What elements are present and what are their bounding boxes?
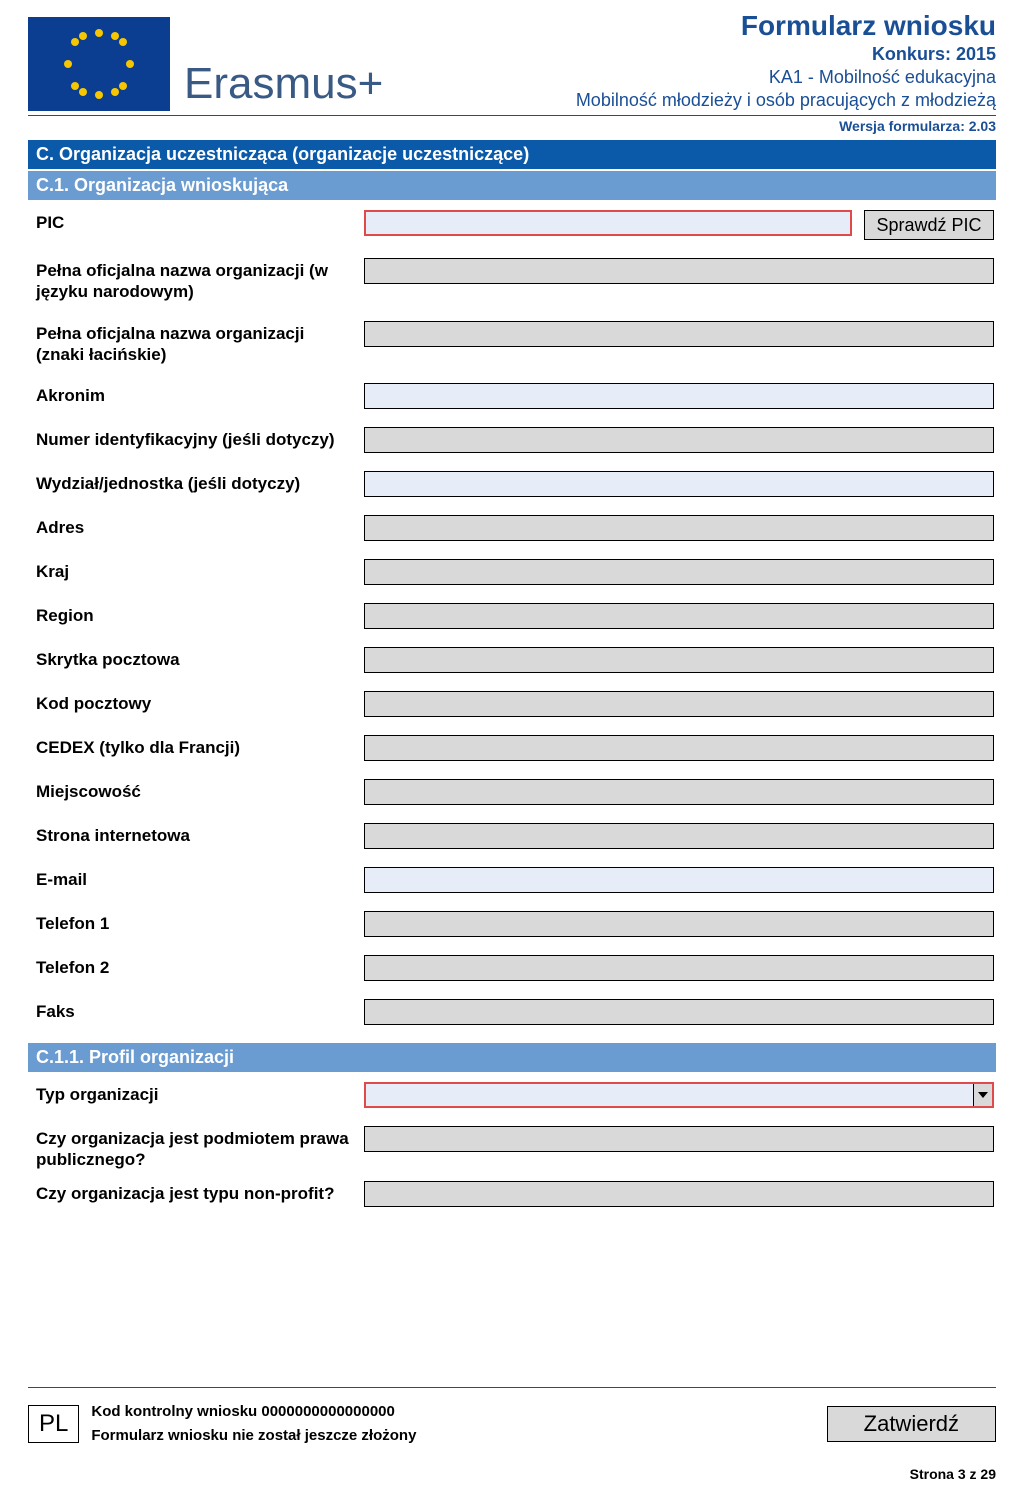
input-postal-code[interactable]: [364, 691, 994, 717]
label-city: Miejscowość: [36, 779, 352, 802]
section-c-header: C. Organizacja uczestnicząca (organizacj…: [28, 140, 996, 169]
input-non-profit[interactable]: [364, 1181, 994, 1207]
label-phone2: Telefon 2: [36, 955, 352, 978]
label-public-body: Czy organizacja jest podmiotem prawa pub…: [36, 1126, 352, 1171]
sub-action: Mobilność młodzieży i osób pracujących z…: [576, 90, 996, 111]
input-region[interactable]: [364, 603, 994, 629]
hash-value: 0000000000000000: [261, 1403, 394, 1420]
validate-button[interactable]: Zatwierdź: [827, 1406, 996, 1442]
row-region: Region: [36, 603, 994, 629]
call-year: Konkurs: 2015: [576, 44, 996, 65]
language-box: PL: [28, 1405, 79, 1443]
label-fax: Faks: [36, 999, 352, 1022]
submission-status: Formularz wniosku nie został jeszcze zło…: [91, 1424, 416, 1448]
label-pic: PIC: [36, 210, 352, 233]
header: Erasmus+ Formularz wniosku Konkurs: 2015…: [28, 10, 996, 111]
row-country: Kraj: [36, 559, 994, 585]
input-phone1[interactable]: [364, 911, 994, 937]
input-address[interactable]: [364, 515, 994, 541]
key-action: KA1 - Mobilność edukacyjna: [576, 67, 996, 88]
label-non-profit: Czy organizacja jest typu non-profit?: [36, 1181, 352, 1204]
label-legal-name-latin: Pełna oficjalna nazwa organizacji (znaki…: [36, 321, 352, 366]
eu-flag-icon: [28, 17, 170, 111]
input-acronym[interactable]: [364, 383, 994, 409]
input-country[interactable]: [364, 559, 994, 585]
org-form: PIC Sprawdź PIC Pełna oficjalna nazwa or…: [28, 200, 996, 1025]
row-website: Strona internetowa: [36, 823, 994, 849]
page-number: Strona 3 z 29: [28, 1466, 996, 1482]
select-org-type[interactable]: [364, 1082, 994, 1108]
row-postal-code: Kod pocztowy: [36, 691, 994, 717]
input-city[interactable]: [364, 779, 994, 805]
row-national-id: Numer identyfikacyjny (jeśli dotyczy): [36, 427, 994, 453]
row-non-profit: Czy organizacja jest typu non-profit?: [36, 1181, 994, 1207]
input-legal-name-latin[interactable]: [364, 321, 994, 347]
label-email: E-mail: [36, 867, 352, 890]
label-region: Region: [36, 603, 352, 626]
row-phone2: Telefon 2: [36, 955, 994, 981]
input-public-body[interactable]: [364, 1126, 994, 1152]
label-country: Kraj: [36, 559, 352, 582]
brand: Erasmus+: [28, 17, 383, 111]
input-national-id[interactable]: [364, 427, 994, 453]
row-address: Adres: [36, 515, 994, 541]
chevron-down-icon[interactable]: [973, 1084, 992, 1106]
footer-divider: [28, 1387, 996, 1388]
footer: PL Kod kontrolny wniosku 000000000000000…: [28, 1387, 996, 1482]
label-website: Strona internetowa: [36, 823, 352, 846]
row-fax: Faks: [36, 999, 994, 1025]
row-email: E-mail: [36, 867, 994, 893]
label-address: Adres: [36, 515, 352, 538]
row-public-body: Czy organizacja jest podmiotem prawa pub…: [36, 1126, 994, 1171]
section-c11-header: C.1.1. Profil organizacji: [28, 1043, 996, 1072]
label-acronym: Akronim: [36, 383, 352, 406]
label-phone1: Telefon 1: [36, 911, 352, 934]
footer-info: Kod kontrolny wniosku 0000000000000000 F…: [91, 1400, 416, 1448]
program-wordmark: Erasmus+: [184, 59, 383, 109]
check-pic-button[interactable]: Sprawdź PIC: [864, 210, 994, 240]
label-pobox: Skrytka pocztowa: [36, 647, 352, 670]
row-city: Miejscowość: [36, 779, 994, 805]
label-cedex: CEDEX (tylko dla Francji): [36, 735, 352, 758]
row-pic: PIC Sprawdź PIC: [36, 210, 994, 240]
row-pobox: Skrytka pocztowa: [36, 647, 994, 673]
label-org-type: Typ organizacji: [36, 1082, 352, 1105]
row-org-type: Typ organizacji: [36, 1082, 994, 1108]
hash-label: Kod kontrolny wniosku: [91, 1403, 257, 1420]
row-cedex: CEDEX (tylko dla Francji): [36, 735, 994, 761]
profile-form: Typ organizacji Czy organizacja jest pod…: [28, 1072, 996, 1207]
input-legal-name-national[interactable]: [364, 258, 994, 284]
input-fax[interactable]: [364, 999, 994, 1025]
row-legal-name-national: Pełna oficjalna nazwa organizacji (w jęz…: [36, 258, 994, 303]
row-phone1: Telefon 1: [36, 911, 994, 937]
label-postal-code: Kod pocztowy: [36, 691, 352, 714]
form-title: Formularz wniosku: [576, 10, 996, 42]
header-divider: [28, 115, 996, 116]
input-pic[interactable]: [364, 210, 852, 236]
input-email[interactable]: [364, 867, 994, 893]
label-legal-name-national: Pełna oficjalna nazwa organizacji (w jęz…: [36, 258, 352, 303]
row-department: Wydział/jednostka (jeśli dotyczy): [36, 471, 994, 497]
input-phone2[interactable]: [364, 955, 994, 981]
label-national-id: Numer identyfikacyjny (jeśli dotyczy): [36, 427, 352, 450]
header-meta: Formularz wniosku Konkurs: 2015 KA1 - Mo…: [576, 10, 996, 111]
input-website[interactable]: [364, 823, 994, 849]
input-cedex[interactable]: [364, 735, 994, 761]
row-acronym: Akronim: [36, 383, 994, 409]
input-department[interactable]: [364, 471, 994, 497]
input-pobox[interactable]: [364, 647, 994, 673]
row-legal-name-latin: Pełna oficjalna nazwa organizacji (znaki…: [36, 321, 994, 366]
label-department: Wydział/jednostka (jeśli dotyczy): [36, 471, 352, 494]
form-version: Wersja formularza: 2.03: [28, 118, 996, 134]
section-c1-header: C.1. Organizacja wnioskująca: [28, 171, 996, 200]
